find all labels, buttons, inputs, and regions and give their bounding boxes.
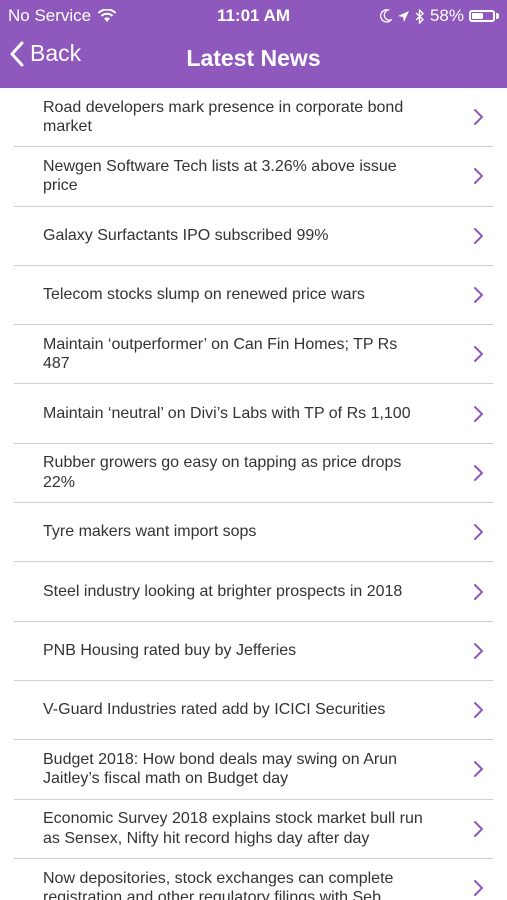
header: No Service 11:01 AM 58% Back Latest News xyxy=(0,0,507,88)
chevron-right-icon xyxy=(474,405,483,422)
news-title: Maintain ‘outperformer’ on Can Fin Homes… xyxy=(43,335,398,373)
news-list-item[interactable]: Road developers mark presence in corpora… xyxy=(14,88,493,148)
news-list-item[interactable]: Tyre makers want import sops xyxy=(14,503,493,563)
news-title: PNB Housing rated buy by Jefferies xyxy=(43,642,297,660)
news-title: Newgen Software Tech lists at 3.26% abov… xyxy=(43,157,397,195)
news-title: Now depositories, stock exchanges can co… xyxy=(43,869,395,900)
chevron-right-icon xyxy=(474,583,483,600)
battery-percent: 58% xyxy=(429,6,464,25)
news-title: Tyre makers want import sops xyxy=(43,523,257,541)
news-list-item[interactable]: Newgen Software Tech lists at 3.26% abov… xyxy=(14,147,493,207)
chevron-right-icon xyxy=(474,880,483,896)
status-bar: No Service 11:01 AM 58% xyxy=(0,0,507,30)
news-list-item[interactable]: Now depositories, stock exchanges can co… xyxy=(14,859,493,900)
chevron-right-icon xyxy=(474,702,483,719)
news-list-item[interactable]: Rubber growers go easy on tapping as pri… xyxy=(14,444,493,504)
chevron-right-icon xyxy=(474,287,483,304)
news-title: V-Guard Industries rated add by ICICI Se… xyxy=(43,701,386,719)
news-list: Road developers mark presence in corpora… xyxy=(0,88,507,900)
news-list-item[interactable]: PNB Housing rated buy by Jefferies xyxy=(14,622,493,681)
news-title: Economic Survey 2018 explains stock mark… xyxy=(43,810,423,847)
chevron-right-icon xyxy=(474,464,483,481)
news-title: Budget 2018: How bond deals may swing on… xyxy=(43,750,398,788)
news-list-item[interactable]: Maintain ‘outperformer’ on Can Fin Homes… xyxy=(14,325,493,385)
chevron-right-icon xyxy=(474,109,483,126)
location-arrow-icon xyxy=(397,10,409,22)
chevron-right-icon xyxy=(474,642,483,659)
news-title: Rubber growers go easy on tapping as pri… xyxy=(43,454,402,491)
news-list-item[interactable]: Maintain ‘neutral’ on Divi’s Labs with T… xyxy=(14,384,493,444)
news-list-item[interactable]: Telecom stocks slump on renewed price wa… xyxy=(14,266,493,326)
page-title: Latest News xyxy=(186,45,321,71)
news-title: Telecom stocks slump on renewed price wa… xyxy=(43,286,365,304)
news-list-item[interactable]: Budget 2018: How bond deals may swing on… xyxy=(14,740,493,800)
battery-cap xyxy=(496,13,499,19)
status-right: 58% xyxy=(380,6,499,26)
chevron-right-icon xyxy=(474,761,483,778)
chevron-right-icon xyxy=(474,168,483,185)
battery-icon xyxy=(469,10,495,22)
battery-fill xyxy=(472,13,483,19)
news-list-item[interactable]: Galaxy Surfactants IPO subscribed 99% xyxy=(14,207,493,266)
chevron-right-icon xyxy=(474,524,483,541)
nav-bar: Back Latest News xyxy=(0,30,507,88)
news-title: Galaxy Surfactants IPO subscribed 99% xyxy=(43,226,329,244)
news-list-item[interactable]: Steel industry looking at brighter prosp… xyxy=(14,562,493,622)
news-title: Maintain ‘neutral’ on Divi’s Labs with T… xyxy=(43,404,411,422)
news-list-item[interactable]: V-Guard Industries rated add by ICICI Se… xyxy=(14,681,493,741)
bluetooth-icon xyxy=(415,8,424,24)
chevron-right-icon xyxy=(474,820,483,837)
news-title: Steel industry looking at brighter prosp… xyxy=(43,582,403,600)
moon-icon xyxy=(380,9,392,23)
news-title: Road developers mark presence in corpora… xyxy=(43,98,404,136)
news-list-item[interactable]: Economic Survey 2018 explains stock mark… xyxy=(14,800,493,859)
chevron-right-icon xyxy=(474,227,483,244)
chevron-right-icon xyxy=(474,346,483,363)
